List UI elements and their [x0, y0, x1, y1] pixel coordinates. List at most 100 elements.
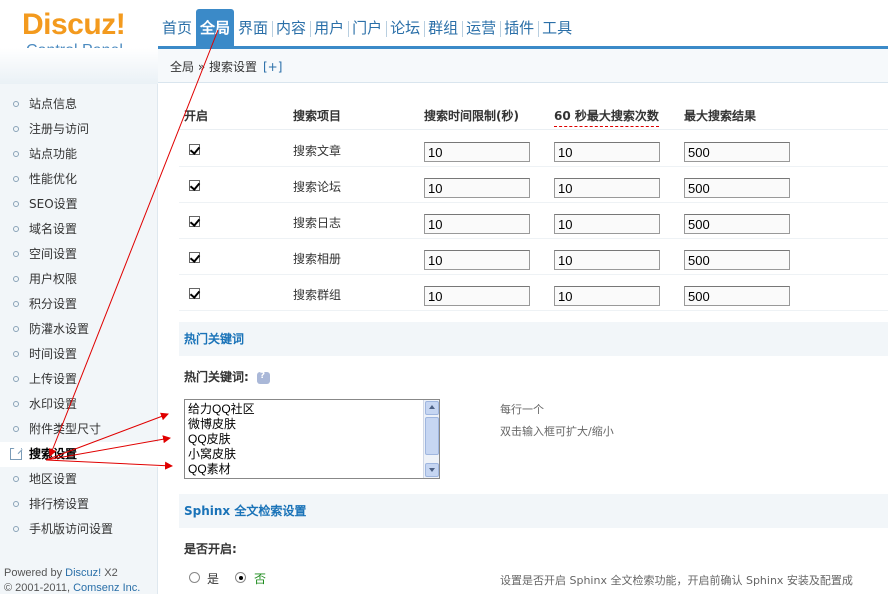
logo-main-text: Discuz! — [22, 8, 126, 41]
sidebar-item-seo[interactable]: SEO设置 — [0, 192, 158, 217]
sidebar-item-label: 地区设置 — [29, 472, 78, 486]
sidebar-item-antispam[interactable]: 防灌水设置 — [0, 317, 158, 342]
sidebar-item-upload[interactable]: 上传设置 — [0, 367, 158, 392]
max-results-input[interactable] — [684, 250, 790, 270]
time-limit-input[interactable] — [424, 250, 530, 270]
search-table-header: 开启 搜索项目 搜索时间限制(秒) 60 秒最大搜索次数 最大搜索结果 — [179, 94, 888, 130]
discuz-link[interactable]: Discuz! — [65, 567, 101, 579]
sidebar-item-watermark[interactable]: 水印设置 — [0, 392, 158, 417]
header-max-count: 60 秒最大搜索次数 — [554, 107, 659, 127]
max-results-input[interactable] — [684, 214, 790, 234]
scroll-thumb[interactable] — [425, 417, 439, 455]
sidebar-item-register[interactable]: 注册与访问 — [0, 117, 158, 142]
bullet-icon — [13, 526, 19, 532]
sidebar-item-label: 附件类型尺寸 — [29, 422, 102, 436]
enable-checkbox[interactable] — [189, 288, 200, 299]
bullet-icon — [13, 301, 19, 307]
bullet-icon — [13, 426, 19, 432]
bullet-icon — [13, 351, 19, 357]
max-count-input[interactable] — [554, 214, 660, 234]
hot-keywords-textarea[interactable]: 给力QQ社区 微博皮肤 QQ皮肤 小窝皮肤 QQ素材 — [184, 399, 440, 479]
scroll-up-icon[interactable] — [425, 401, 439, 415]
sidebar-item-site-info[interactable]: 站点信息 — [0, 92, 158, 117]
tab-global[interactable]: 全局 — [196, 9, 235, 48]
sidebar-item-label: 站点功能 — [29, 147, 78, 161]
textarea-scrollbar[interactable] — [423, 400, 439, 478]
tab-interface[interactable]: 界面 — [234, 9, 272, 48]
keyword-line: 微博皮肤 — [188, 417, 237, 431]
sidebar-item-ranking[interactable]: 排行榜设置 — [0, 492, 158, 517]
top-nav: 首页 全局 界面 内容 用户 门户 论坛 群组 运营 插件 工具 — [158, 9, 576, 48]
copyright-years: © 2001-2011, — [4, 582, 74, 594]
tab-tools[interactable]: 工具 — [538, 9, 576, 48]
tab-plugins[interactable]: 插件 — [500, 9, 538, 48]
help-icon[interactable] — [256, 371, 270, 384]
sidebar-item-domain[interactable]: 域名设置 — [0, 217, 158, 242]
sphinx-no-radio[interactable] — [235, 572, 246, 583]
max-count-input[interactable] — [554, 286, 660, 306]
sidebar-menu: 站点信息 注册与访问 站点功能 性能优化 SEO设置 域名设置 空间设置 用户权… — [0, 92, 158, 542]
max-results-input[interactable] — [684, 286, 790, 306]
max-results-input[interactable] — [684, 142, 790, 162]
keyword-line: QQ皮肤 — [188, 432, 231, 446]
tab-users[interactable]: 用户 — [310, 9, 348, 48]
bullet-icon — [13, 476, 19, 482]
tab-content[interactable]: 内容 — [272, 9, 310, 48]
sidebar-item-mobile[interactable]: 手机版访问设置 — [0, 517, 158, 542]
tab-groups[interactable]: 群组 — [424, 9, 462, 48]
header-enabled: 开启 — [184, 109, 209, 123]
sphinx-yes-label: 是 — [207, 572, 220, 586]
max-count-input[interactable] — [554, 250, 660, 270]
bullet-icon — [13, 126, 19, 132]
search-item-name: 搜索相册 — [293, 252, 342, 266]
copyright-line-2: © 2001-2011, Comsenz Inc. — [4, 581, 140, 594]
sidebar-item-credits[interactable]: 积分设置 — [0, 292, 158, 317]
bullet-icon — [13, 276, 19, 282]
breadcrumb: 全局 » 搜索设置 [+] — [158, 49, 888, 83]
tab-operations[interactable]: 运营 — [462, 9, 500, 48]
sidebar-item-performance[interactable]: 性能优化 — [0, 167, 158, 192]
comsenz-link[interactable]: Comsenz Inc. — [73, 582, 140, 594]
enable-checkbox[interactable] — [189, 180, 200, 191]
sphinx-yes-radio[interactable] — [189, 572, 200, 583]
bullet-icon — [13, 251, 19, 257]
hot-keywords-label: 热门关键词: — [184, 368, 270, 385]
enable-checkbox[interactable] — [189, 216, 200, 227]
enable-checkbox[interactable] — [189, 144, 200, 155]
sidebar-item-label: 手机版访问设置 — [29, 522, 114, 536]
tab-forum[interactable]: 论坛 — [386, 9, 424, 48]
scroll-down-icon[interactable] — [425, 463, 439, 477]
sidebar-item-site-features[interactable]: 站点功能 — [0, 142, 158, 167]
enable-checkbox[interactable] — [189, 252, 200, 263]
sidebar-item-space[interactable]: 空间设置 — [0, 242, 158, 267]
header-time-limit: 搜索时间限制(秒) — [424, 109, 519, 123]
sidebar-item-time[interactable]: 时间设置 — [0, 342, 158, 367]
max-results-input[interactable] — [684, 178, 790, 198]
sidebar-item-label: 性能优化 — [29, 172, 78, 186]
sidebar-item-attachment-types[interactable]: 附件类型尺寸 — [0, 417, 158, 442]
header: Discuz! Control Panel 首页 全局 界面 内容 用户 门户 … — [0, 0, 888, 59]
bullet-icon — [13, 151, 19, 157]
tab-portal[interactable]: 门户 — [348, 9, 386, 48]
time-limit-input[interactable] — [424, 286, 530, 306]
add-shortcut-link[interactable]: [+] — [263, 60, 282, 74]
time-limit-input[interactable] — [424, 178, 530, 198]
discuz-logo[interactable]: Discuz! Control Panel — [22, 8, 162, 59]
bullet-icon — [13, 176, 19, 182]
max-count-input[interactable] — [554, 178, 660, 198]
time-limit-input[interactable] — [424, 142, 530, 162]
sidebar-item-label: 上传设置 — [29, 372, 78, 386]
copyright-line-1: Powered by Discuz! X2 — [4, 566, 140, 581]
keyword-lines: 给力QQ社区 微博皮肤 QQ皮肤 小窝皮肤 QQ素材 — [188, 402, 255, 477]
sidebar-item-region[interactable]: 地区设置 — [0, 467, 158, 492]
keyword-line: 小窝皮肤 — [188, 447, 237, 461]
sphinx-no-label: 否 — [254, 572, 267, 586]
sidebar-item-search[interactable]: 搜索设置 — [0, 442, 158, 467]
tab-home[interactable]: 首页 — [158, 9, 196, 48]
time-limit-input[interactable] — [424, 214, 530, 234]
copyright: Powered by Discuz! X2 © 2001-2011, Comse… — [4, 566, 140, 594]
max-count-input[interactable] — [554, 142, 660, 162]
sidebar-item-permissions[interactable]: 用户权限 — [0, 267, 158, 292]
sphinx-description: 设置是否开启 Sphinx 全文检索功能，开启前确认 Sphinx 安装及配置成 — [500, 574, 853, 587]
sidebar-item-label: 空间设置 — [29, 247, 78, 261]
